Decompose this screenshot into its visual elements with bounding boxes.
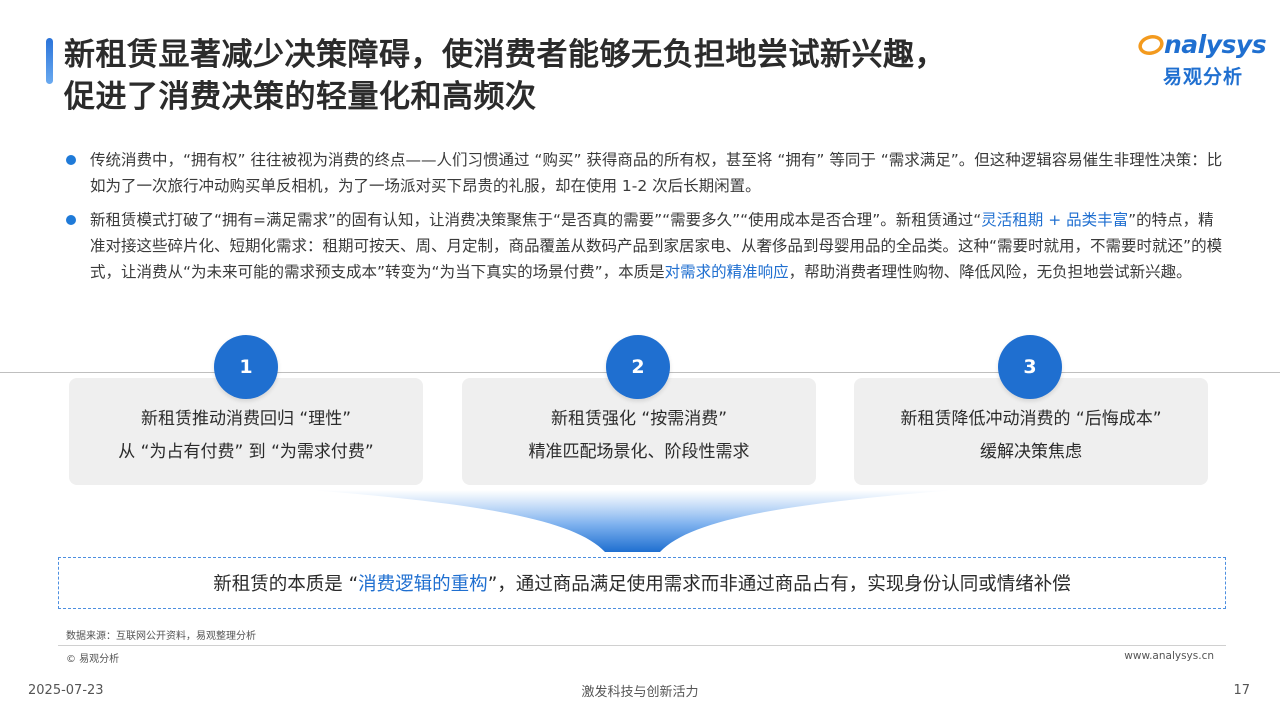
card-3-number-badge: 3 xyxy=(998,335,1062,399)
copyright-text: © 易观分析 xyxy=(66,654,120,665)
bullet-2-part-3: ，帮助消费者理性购物、降低风险，无负担地尝试新兴趣。 xyxy=(788,263,1192,281)
footer-divider xyxy=(58,645,1226,646)
card-1-line-2: 从 “为占有付费” 到 “为需求付费” xyxy=(118,441,374,462)
page-title-line-1: 新租赁显著减少决策障碍，使消费者能够无负担地尝试新兴趣， xyxy=(64,37,946,73)
summary-text-after: ”，通过商品满足使用需求而非通过商品占有，实现身份认同或情绪补偿 xyxy=(487,574,1071,595)
page-title: 新租赁显著减少决策障碍，使消费者能够无负担地尝试新兴趣， 促进了消费决策的轻量化… xyxy=(64,34,1144,118)
bullet-item-2: 新租赁模式打破了“拥有=满足需求”的固有认知，让消费决策聚焦于“是否真的需要”“… xyxy=(66,207,1226,285)
card-2-line-1: 新租赁强化 “按需消费” xyxy=(550,408,728,429)
summary-highlight: 消费逻辑的重构 xyxy=(358,574,488,595)
bullet-text-2: 新租赁模式打破了“拥有=满足需求”的固有认知，让消费决策聚焦于“是否真的需要”“… xyxy=(90,207,1226,285)
bullet-2-part-1: 新租赁模式打破了“拥有=满足需求”的固有认知，让消费决策聚焦于“是否真的需要”“… xyxy=(90,211,982,229)
card-3-line-2: 缓解决策焦虑 xyxy=(980,441,1082,462)
title-accent-bar xyxy=(46,38,53,84)
bullet-dot-icon xyxy=(66,155,76,165)
data-source-note: 数据来源：互联网公开资料，易观整理分析 xyxy=(66,631,256,642)
logo-wordmark-text: nalysys xyxy=(1164,30,1267,59)
card-1-line-1: 新租赁推动消费回归 “理性” xyxy=(140,408,352,429)
bullet-item-1: 传统消费中，“拥有权” 往往被视为消费的终点——人们习惯通过 “购买” 获得商品… xyxy=(66,147,1226,199)
analysys-logo: nalysys 易观分析 xyxy=(1138,30,1268,92)
summary-text-before: 新租赁的本质是 “ xyxy=(213,574,359,595)
bullet-text-1: 传统消费中，“拥有权” 往往被视为消费的终点——人们习惯通过 “购买” 获得商品… xyxy=(90,151,1223,195)
logo-wordmark: nalysys xyxy=(1138,30,1267,59)
summary-box: 新租赁的本质是 “消费逻辑的重构 ”，通过商品满足使用需求而非通过商品占有，实现身… xyxy=(58,557,1226,609)
page-title-line-2: 促进了消费决策的轻量化和高频次 xyxy=(64,79,537,115)
footer-slogan: 激发科技与创新活力 xyxy=(581,685,699,700)
card-3-line-1: 新租赁降低冲动消费的 “后悔成本” xyxy=(900,408,1162,429)
website-link[interactable]: www.analysys.cn xyxy=(1124,650,1214,662)
bullet-list: 传统消费中，“拥有权” 往往被视为消费的终点——人们习惯通过 “购买” 获得商品… xyxy=(66,147,1226,293)
card-2-number-badge: 2 xyxy=(606,335,670,399)
card-1-number-badge: 1 xyxy=(214,335,278,399)
card-2-line-2: 精准匹配场景化、阶段性需求 xyxy=(528,441,750,462)
logo-a-swoosh-icon xyxy=(1138,35,1164,55)
logo-chinese-text: 易观分析 xyxy=(1163,66,1244,88)
page-number: 17 xyxy=(1233,683,1250,698)
bullet-2-highlight-1: 灵活租期 + 品类丰富 xyxy=(981,211,1129,229)
funnel-arrow-icon xyxy=(310,490,955,552)
bullet-dot-icon xyxy=(66,215,76,225)
bullet-2-highlight-2: 对需求的精准响应 xyxy=(664,263,789,281)
